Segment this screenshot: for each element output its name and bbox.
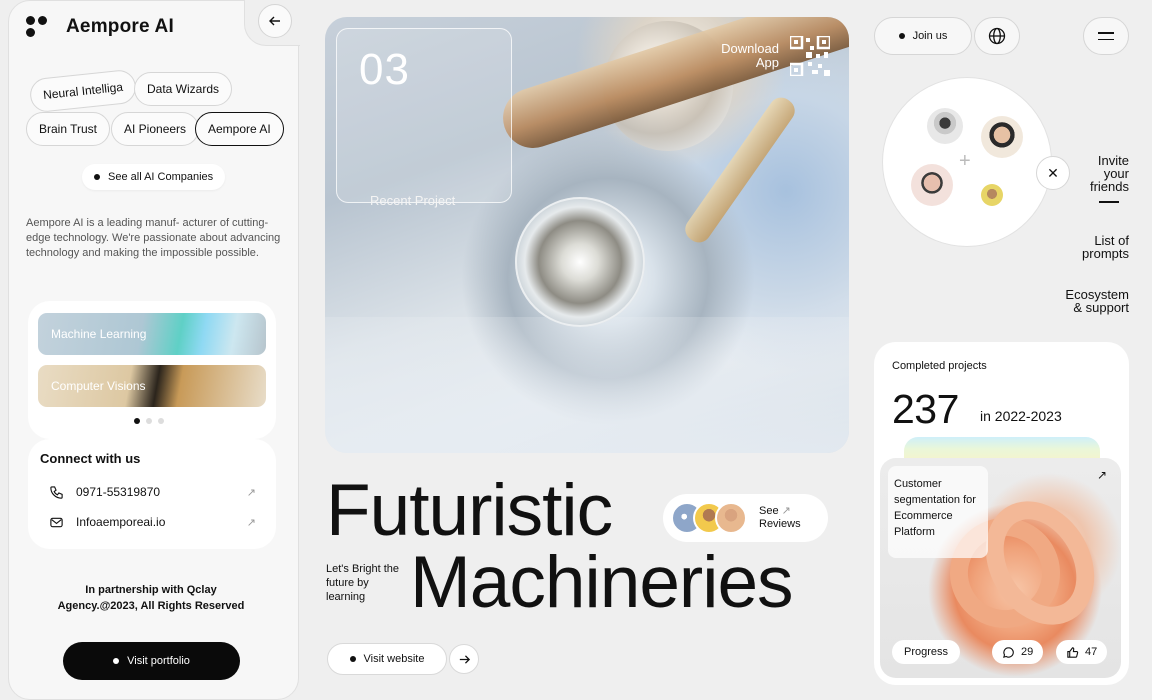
completed-projects-card: Completed projects 237 in 2022-2023 Cust… — [874, 342, 1129, 685]
nav-invite-line: friends — [1089, 179, 1129, 194]
nav-ecosystem-line: & support — [1073, 300, 1129, 315]
arrow-right-icon — [459, 654, 470, 664]
pager-dot[interactable] — [146, 418, 152, 424]
phone-number: 0971-55319870 — [76, 485, 161, 499]
nav-prompts-line: prompts — [1082, 246, 1129, 261]
nav-invite-friends[interactable]: Invite your friends — [1090, 154, 1129, 193]
hero-image[interactable]: 03 Recent Project Download App — [325, 17, 849, 453]
see-all-label: See all AI Companies — [108, 171, 214, 183]
menu-icon — [1098, 32, 1114, 34]
visit-website-label: Visit website — [363, 653, 425, 665]
projects-label: Completed projects — [892, 360, 987, 372]
mail-icon — [48, 514, 64, 530]
bullet-icon — [349, 656, 356, 662]
connect-title: Connect with us — [40, 451, 141, 466]
join-us-label: Join us — [912, 30, 948, 42]
download-line-2: App — [755, 55, 779, 70]
qr-code-icon[interactable] — [790, 36, 830, 76]
projects-period: in 2022-2023 — [980, 408, 1062, 424]
menu-icon — [1098, 38, 1114, 40]
media-carousel: Machine Learning Computer Visions — [28, 301, 276, 439]
thumbs-up-icon — [1067, 646, 1079, 658]
pager-dot[interactable] — [158, 418, 164, 424]
comments-count: 29 — [1021, 646, 1034, 658]
headline-line-2: Machineries — [410, 542, 794, 623]
bullet-icon — [113, 658, 120, 664]
bullet-icon — [898, 33, 905, 39]
reviews-line-2: Reviews — [759, 518, 801, 530]
arrow-up-right-icon: ↗ — [246, 486, 256, 499]
see-reviews-button[interactable]: See ↗ Reviews — [663, 494, 828, 542]
arrow-left-icon — [269, 16, 280, 26]
back-arrow-button[interactable] — [258, 4, 292, 38]
language-button[interactable] — [974, 17, 1020, 55]
download-app-link[interactable]: Download App — [721, 42, 779, 70]
reviewer-avatar — [715, 502, 747, 534]
globe-icon — [988, 27, 1006, 45]
carousel-pager[interactable] — [134, 418, 164, 424]
pager-dot[interactable] — [134, 418, 140, 424]
visit-website-arrow-button[interactable] — [449, 644, 479, 674]
connect-card: Connect with us 0971-55319870 ↗ Infoaemp… — [28, 439, 276, 549]
brand[interactable]: Aempore AI — [26, 16, 174, 38]
see-all-companies-button[interactable]: See all AI Companies — [82, 164, 226, 190]
friend-avatar — [911, 164, 953, 206]
likes-count: 47 — [1085, 646, 1098, 658]
bullet-icon — [94, 174, 100, 180]
comment-icon — [1003, 646, 1014, 658]
hero-recent-label: Recent Project — [370, 193, 456, 208]
comments-pill[interactable]: 29 — [992, 640, 1044, 664]
hero-recent-project-card[interactable]: 03 Recent Project — [336, 28, 512, 208]
phone-row[interactable]: 0971-55319870 ↗ — [48, 484, 256, 500]
nav-list-of-prompts[interactable]: List of prompts — [1082, 234, 1129, 260]
arrow-up-right-icon[interactable]: ↗ — [1097, 468, 1107, 482]
media-item-machine-learning[interactable]: Machine Learning — [38, 313, 266, 355]
nav-ecosystem-support[interactable]: Ecosystem & support — [1065, 288, 1129, 314]
projects-count: 237 — [892, 386, 959, 432]
hero-number: 03 — [359, 45, 410, 94]
brand-name: Aempore AI — [66, 16, 174, 37]
reviews-label: See ↗ Reviews — [759, 505, 801, 531]
visit-portfolio-label: Visit portfolio — [127, 655, 190, 667]
phone-icon — [48, 484, 64, 500]
close-icon: ✕ — [1047, 164, 1059, 181]
tagline: Let's Bright the future by learning — [326, 563, 400, 603]
join-us-button[interactable]: Join us — [874, 17, 972, 55]
menu-button[interactable] — [1083, 17, 1129, 55]
progress-button[interactable]: Progress — [892, 640, 961, 664]
friend-avatar — [927, 108, 963, 144]
download-line-1: Download — [721, 41, 779, 56]
invite-friends-widget[interactable]: + — [882, 77, 1052, 247]
hero-crystal-sphere — [515, 197, 645, 327]
project-card-customer-segmentation[interactable]: Customer segmentation for Ecommerce Plat… — [880, 458, 1121, 678]
active-nav-indicator — [1099, 201, 1119, 203]
headline-line-1: Futuristic — [326, 470, 613, 551]
company-chip-brain-trust[interactable]: Brain Trust — [26, 112, 111, 146]
company-chip-aempore[interactable]: Aempore AI — [195, 112, 284, 146]
friend-avatar — [981, 116, 1023, 158]
brand-logo-icon — [26, 16, 48, 38]
hero-glass-floor — [325, 317, 849, 453]
partnership-text: In partnership with Qclay Agency.@2023, … — [57, 584, 245, 612]
plus-icon: + — [959, 150, 971, 172]
email-address: Infoaemporeai.io — [76, 515, 166, 529]
about-text: Aempore AI is a leading manuf- acturer o… — [26, 217, 281, 259]
likes-pill[interactable]: 47 — [1056, 640, 1108, 664]
friend-avatar — [981, 184, 1003, 206]
project-card-title: Customer segmentation for Ecommerce Plat… — [888, 466, 988, 558]
company-chip-ai-pioneers[interactable]: AI Pioneers — [111, 112, 200, 146]
email-row[interactable]: Infoaemporeai.io ↗ — [48, 514, 256, 530]
visit-portfolio-button[interactable]: Visit portfolio — [63, 642, 240, 680]
arrow-up-right-icon: ↗ — [781, 505, 791, 517]
company-chip-data-wizards[interactable]: Data Wizards — [134, 72, 233, 106]
visit-website-button[interactable]: Visit website — [327, 643, 447, 675]
reviews-line-1: See — [759, 505, 779, 517]
media-item-computer-visions[interactable]: Computer Visions — [38, 365, 266, 407]
close-invite-button[interactable]: ✕ — [1036, 156, 1070, 190]
arrow-up-right-icon: ↗ — [246, 516, 256, 529]
